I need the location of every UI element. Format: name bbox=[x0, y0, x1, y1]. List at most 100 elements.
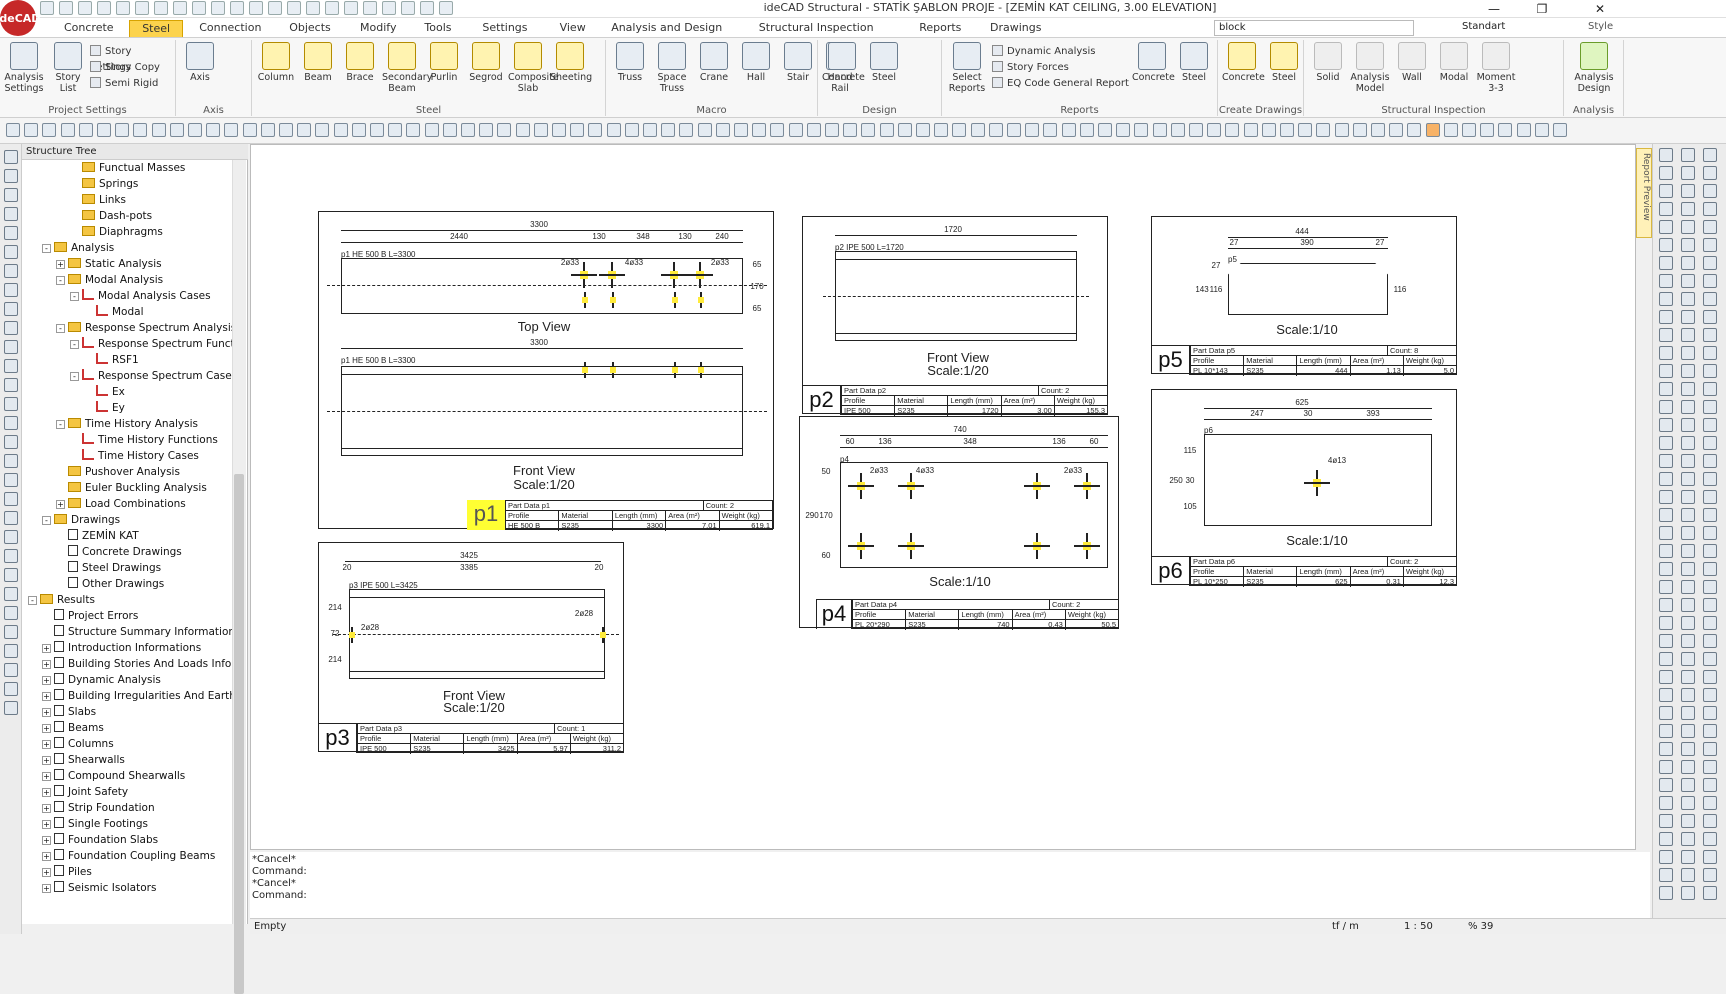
draw-tool-icon[interactable] bbox=[206, 123, 221, 137]
tree-item[interactable]: Steel Drawings bbox=[22, 560, 232, 576]
composite-slab-button[interactable]: Composite Slab bbox=[508, 42, 559, 100]
quick-access-icon[interactable] bbox=[230, 1, 244, 15]
report-concrete-button[interactable]: Concrete bbox=[1132, 42, 1175, 100]
tree-item[interactable]: Concrete Drawings bbox=[22, 544, 232, 560]
side-tool-icon[interactable] bbox=[1659, 796, 1673, 810]
side-tool-icon[interactable] bbox=[1703, 742, 1717, 756]
draw-tool-icon[interactable] bbox=[533, 123, 548, 137]
draw-tool-icon[interactable] bbox=[60, 123, 75, 137]
expand-icon[interactable]: + bbox=[42, 660, 51, 669]
draw-tool-icon[interactable] bbox=[1352, 123, 1367, 137]
side-tool-icon[interactable] bbox=[1703, 364, 1717, 378]
side-tool-icon[interactable] bbox=[4, 302, 18, 316]
quick-access-icon[interactable] bbox=[135, 1, 149, 15]
draw-tool-icon[interactable] bbox=[606, 123, 621, 137]
side-tool-icon[interactable] bbox=[4, 378, 18, 392]
draw-tool-icon[interactable] bbox=[1007, 123, 1021, 137]
axis-button[interactable]: Axis bbox=[180, 42, 220, 100]
side-tool-icon[interactable] bbox=[1659, 850, 1673, 864]
side-tool-icon[interactable] bbox=[1681, 580, 1695, 594]
side-tool-icon[interactable] bbox=[1703, 724, 1717, 738]
side-tool-icon[interactable] bbox=[1703, 148, 1717, 162]
story-forces-button[interactable]: Story Forces bbox=[992, 60, 1132, 76]
draw-tool-icon[interactable] bbox=[315, 123, 330, 137]
draw-tool-icon[interactable] bbox=[916, 123, 930, 137]
tree-item[interactable]: + Introduction Informations bbox=[22, 640, 232, 656]
tree-item[interactable]: - Response Spectrum Analysis bbox=[22, 320, 232, 336]
tree-item[interactable]: Euler Buckling Analysis bbox=[22, 480, 232, 496]
draw-tool-icon[interactable] bbox=[97, 123, 111, 137]
draw-tool-icon[interactable] bbox=[1189, 123, 1203, 137]
side-tool-icon[interactable] bbox=[4, 511, 18, 525]
draw-tool-icon[interactable] bbox=[1025, 123, 1040, 137]
side-tool-icon[interactable] bbox=[4, 682, 18, 696]
tree-item[interactable]: - Drawings bbox=[22, 512, 232, 528]
draw-tool-icon[interactable] bbox=[424, 123, 439, 137]
tree-item[interactable]: Project Errors bbox=[22, 608, 232, 624]
side-tool-icon[interactable] bbox=[1681, 868, 1695, 882]
side-tool-icon[interactable] bbox=[4, 283, 18, 297]
truss-button[interactable]: Truss bbox=[610, 42, 650, 100]
tree-item[interactable]: + Compound Shearwalls bbox=[22, 768, 232, 784]
draw-tool-icon[interactable] bbox=[1462, 123, 1476, 137]
side-tool-icon[interactable] bbox=[1681, 310, 1695, 324]
side-tool-icon[interactable] bbox=[1659, 166, 1673, 180]
sheet-p5[interactable]: 444 27 390 27 p5 27 116 143 116 Scale:1/… bbox=[1151, 216, 1457, 376]
side-tool-icon[interactable] bbox=[1681, 436, 1695, 450]
quick-access-icon[interactable] bbox=[306, 1, 320, 15]
tree-item[interactable]: + Piles bbox=[22, 864, 232, 880]
draw-tool-icon[interactable] bbox=[370, 123, 384, 137]
side-tool-icon[interactable] bbox=[4, 587, 18, 601]
crane-button[interactable]: Crane bbox=[694, 42, 734, 100]
tree-item[interactable]: Other Drawings bbox=[22, 576, 232, 592]
draw-tool-icon[interactable] bbox=[1534, 123, 1549, 137]
side-tool-icon[interactable] bbox=[4, 492, 18, 506]
side-tool-icon[interactable] bbox=[1681, 490, 1695, 504]
tree-item[interactable]: - Response Spectrum Cases bbox=[22, 368, 232, 384]
menu-view[interactable]: View bbox=[548, 20, 598, 37]
tree-item[interactable]: Ex bbox=[22, 384, 232, 400]
eq-code-report-button[interactable]: EQ Code General Report bbox=[992, 76, 1132, 92]
side-tool-icon[interactable] bbox=[1703, 652, 1717, 666]
draw-tool-icon[interactable] bbox=[515, 123, 530, 137]
side-tool-icon[interactable] bbox=[1681, 652, 1695, 666]
side-tool-icon[interactable] bbox=[1703, 220, 1717, 234]
side-tool-icon[interactable] bbox=[1659, 580, 1673, 594]
side-tool-icon[interactable] bbox=[1703, 292, 1717, 306]
column-button[interactable]: Column bbox=[256, 42, 296, 100]
side-tool-icon[interactable] bbox=[1659, 814, 1673, 828]
side-tool-icon[interactable] bbox=[1681, 688, 1695, 702]
draw-tool-icon[interactable] bbox=[42, 123, 57, 137]
quick-access-icon[interactable] bbox=[325, 1, 339, 15]
side-tool-icon[interactable] bbox=[1681, 148, 1695, 162]
side-tool-icon[interactable] bbox=[1681, 832, 1695, 846]
side-tool-icon[interactable] bbox=[1681, 202, 1695, 216]
collapse-icon[interactable]: - bbox=[28, 596, 37, 605]
story-copy-button[interactable]: Story Copy bbox=[90, 60, 174, 76]
report-preview-tab[interactable]: Report Preview bbox=[1636, 148, 1652, 238]
draw-tool-icon[interactable] bbox=[715, 123, 730, 137]
side-tool-icon[interactable] bbox=[1681, 184, 1695, 198]
draw-tool-icon[interactable] bbox=[552, 123, 566, 137]
side-tool-icon[interactable] bbox=[1659, 310, 1673, 324]
side-tool-icon[interactable] bbox=[1681, 814, 1695, 828]
tree-item[interactable]: Dash-pots bbox=[22, 208, 232, 224]
quick-access-icon[interactable] bbox=[116, 1, 130, 15]
space-truss-button[interactable]: Space Truss bbox=[652, 42, 692, 100]
side-tool-icon[interactable] bbox=[1681, 508, 1695, 522]
side-tool-icon[interactable] bbox=[4, 606, 18, 620]
draw-tool-icon[interactable] bbox=[6, 123, 20, 137]
draw-tool-icon[interactable] bbox=[1553, 123, 1567, 137]
draw-tool-icon[interactable] bbox=[861, 123, 876, 137]
side-tool-icon[interactable] bbox=[1681, 742, 1695, 756]
select-reports-button[interactable]: Select Reports bbox=[946, 42, 988, 100]
status-units[interactable]: tf / m bbox=[1332, 919, 1359, 934]
side-tool-icon[interactable] bbox=[1659, 400, 1673, 414]
side-tool-icon[interactable] bbox=[4, 549, 18, 563]
draw-tool-icon[interactable] bbox=[224, 123, 239, 137]
concrete-button[interactable]: Concrete bbox=[1222, 42, 1265, 100]
menu-reports[interactable]: Reports bbox=[907, 20, 973, 37]
modal-button[interactable]: Modal bbox=[1434, 42, 1474, 100]
menu-settings[interactable]: Settings bbox=[470, 20, 539, 37]
side-tool-icon[interactable] bbox=[4, 663, 18, 677]
